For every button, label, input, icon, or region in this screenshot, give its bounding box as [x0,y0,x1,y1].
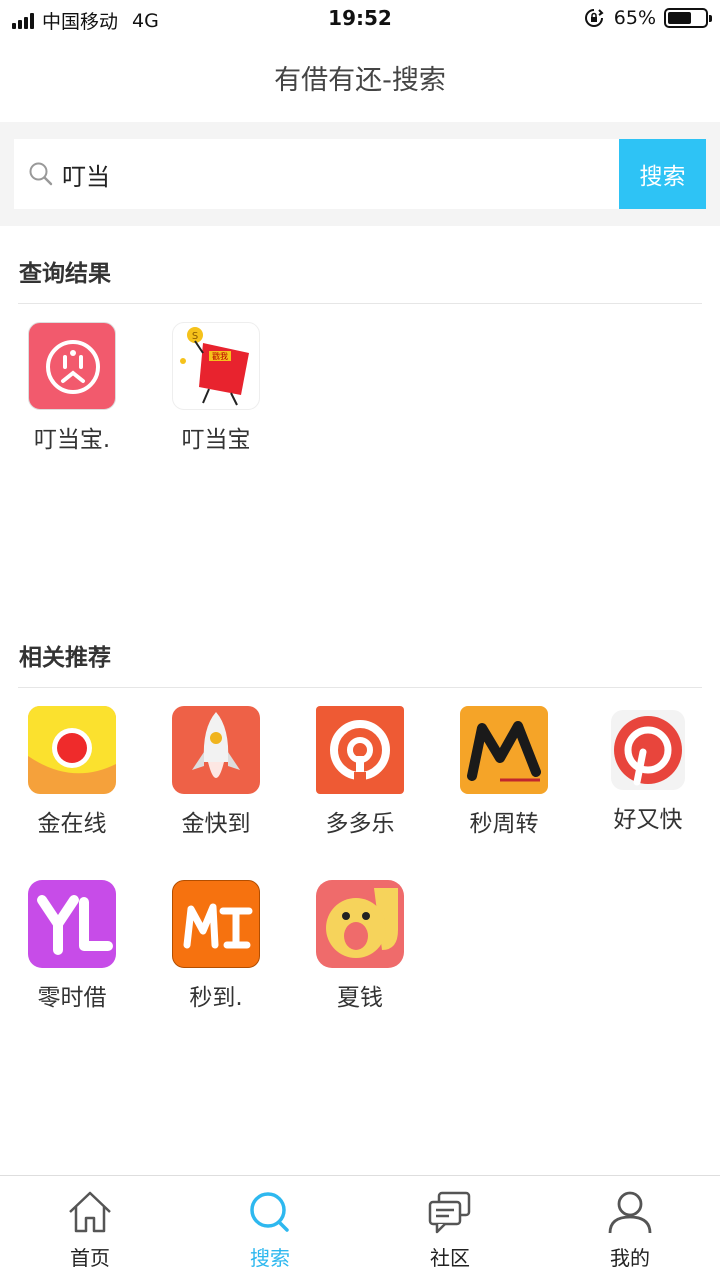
recommend-title: 相关推荐 [19,645,111,671]
battery-percent: 65% [613,7,656,29]
search-bar: 搜索 [0,122,720,226]
dingdangbao-face-icon [28,322,116,410]
app-label: 零时借 [37,985,107,1011]
result-app-1[interactable]: 叮当宝. [16,322,128,454]
recommend-app-8[interactable]: 夏钱 [304,880,416,1012]
user-icon [608,1191,652,1234]
rocket-icon [172,706,260,794]
svg-text:戳我: 戳我 [212,351,228,361]
tab-label: 首页 [70,1246,110,1270]
duoduole-icon [316,706,404,794]
tab-label: 社区 [430,1246,470,1270]
page-title: 有借有还-搜索 [274,65,446,96]
search-input[interactable] [62,139,602,209]
recommend-app-1[interactable]: 金在线 [16,706,128,838]
result-app-2[interactable]: S 戳我 叮当宝 [160,322,272,454]
search-box[interactable] [14,139,620,209]
tab-profile[interactable]: 我的 [570,1190,690,1271]
app-label: 金快到 [181,811,251,837]
m-letter-icon [460,706,548,794]
recommend-app-5[interactable]: 好又快 [592,706,704,834]
app-label: 叮当宝 [181,427,251,453]
yl-letters-icon [28,880,116,968]
results-divider [18,303,702,304]
search-button[interactable]: 搜索 [619,139,706,209]
app-label: 夏钱 [337,985,383,1011]
status-right: 65% [584,7,712,29]
tab-label: 我的 [610,1246,650,1270]
results-title: 查询结果 [19,261,111,287]
jinzaixian-icon [28,706,116,794]
tab-community[interactable]: 社区 [390,1190,510,1271]
recommend-app-2[interactable]: 金快到 [160,706,272,838]
search-icon [250,1192,289,1232]
app-label: 好又快 [613,807,683,833]
rotation-lock-icon [584,9,604,27]
home-icon [69,1191,111,1233]
pinterest-p-icon [611,710,685,790]
tab-bar: 首页 搜索 社区 我的 [0,1175,720,1280]
recommend-app-3[interactable]: 多多乐 [304,706,416,838]
svg-text:S: S [192,331,198,342]
app-label: 金在线 [37,811,107,837]
mt-letters-icon [172,880,260,968]
tab-label: 搜索 [250,1246,290,1270]
battery-icon [664,8,712,28]
app-label: 秒周转 [469,811,539,837]
recommend-app-7[interactable]: 秒到. [160,880,272,1012]
red-envelope-mascot-icon: S 戳我 [172,322,260,410]
app-label: 叮当宝. [33,427,111,453]
app-label: 秒到. [189,985,243,1011]
tab-search[interactable]: 搜索 [210,1190,330,1271]
a-mascot-icon [316,880,404,968]
recommend-app-6[interactable]: 零时借 [16,880,128,1012]
search-icon [29,162,53,186]
chat-bubbles-icon [428,1191,471,1234]
tab-home[interactable]: 首页 [30,1190,150,1271]
battery-fill [668,12,692,24]
recommend-app-4[interactable]: 秒周转 [448,706,560,838]
app-label: 多多乐 [325,811,395,837]
recommend-divider [18,687,702,688]
status-bar: 中国移动 4G 19:52 65% [0,0,720,38]
